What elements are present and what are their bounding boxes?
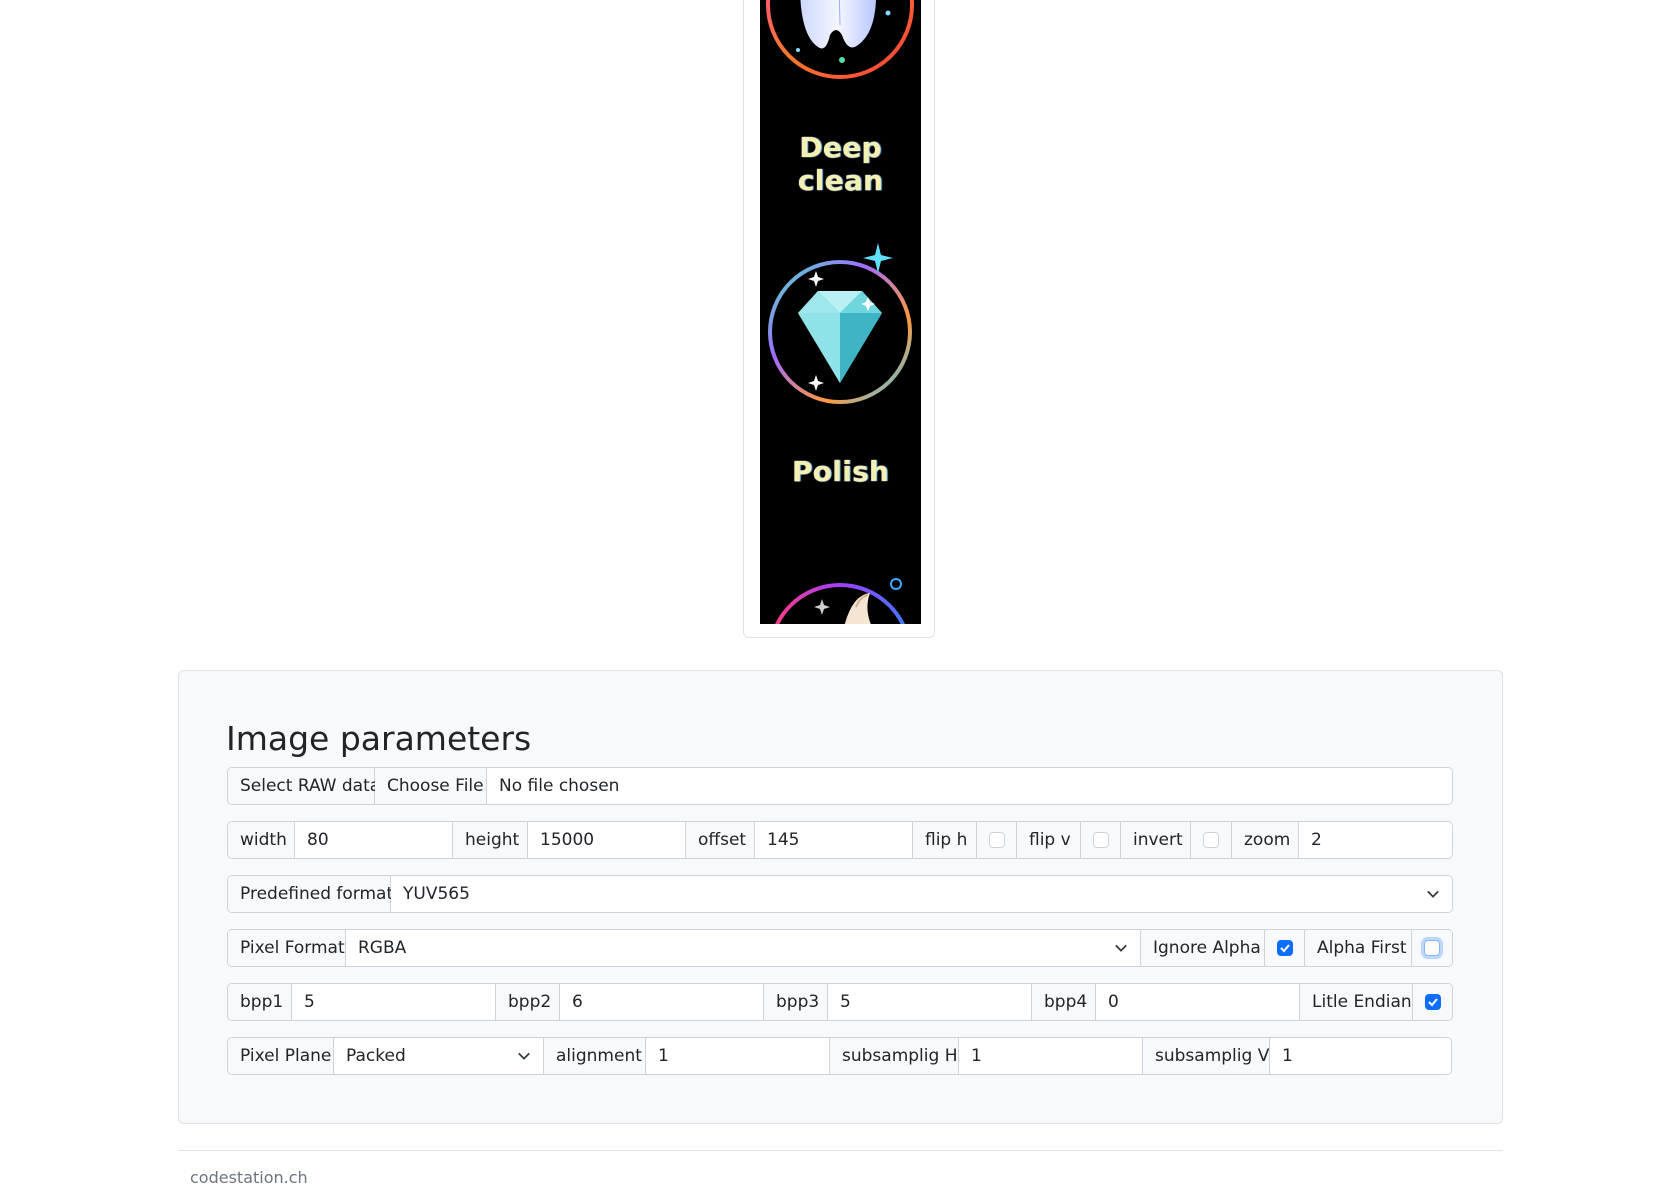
ignore-alpha-label: Ignore Alpha xyxy=(1141,930,1265,966)
flip-h-label: flip h xyxy=(913,822,977,858)
bpp2-input[interactable]: 6 xyxy=(560,984,764,1020)
subsampling-v-input[interactable]: 1 xyxy=(1270,1038,1451,1074)
alpha-first-checkbox[interactable] xyxy=(1424,940,1440,956)
subsampling-v-label: subsamplig V xyxy=(1143,1038,1270,1074)
offset-label: offset xyxy=(686,822,755,858)
little-endian-checkbox-cell xyxy=(1413,984,1452,1020)
little-endian-checkbox[interactable] xyxy=(1424,994,1441,1010)
bpp1-label: bpp1 xyxy=(228,984,292,1020)
bpp4-input[interactable]: 0 xyxy=(1096,984,1300,1020)
pixel-format-group: Pixel Format RGBA Ignore Alpha Alpha Fir… xyxy=(227,929,1453,967)
footer-text[interactable]: codestation.ch xyxy=(190,1168,308,1187)
invert-checkbox-cell xyxy=(1191,822,1232,858)
pixel-plane-value: Packed xyxy=(346,1046,406,1066)
image-preview-canvas[interactable]: Deep clean Polish xyxy=(760,0,921,624)
width-input[interactable]: 80 xyxy=(295,822,453,858)
offset-input[interactable]: 145 xyxy=(755,822,913,858)
pixel-format-label: Pixel Format xyxy=(228,930,346,966)
ignore-alpha-checkbox-cell xyxy=(1265,930,1305,966)
invert-checkbox[interactable] xyxy=(1203,832,1219,848)
flip-v-checkbox-cell xyxy=(1081,822,1121,858)
flip-v-checkbox[interactable] xyxy=(1092,832,1109,848)
alpha-first-label: Alpha First xyxy=(1305,930,1412,966)
bpp3-input[interactable]: 5 xyxy=(828,984,1032,1020)
flip-v-label: flip v xyxy=(1017,822,1081,858)
choose-file-button[interactable]: Choose File xyxy=(375,768,487,804)
predefined-format-select[interactable]: YUV565 xyxy=(391,876,1452,912)
chevron-down-icon xyxy=(1115,944,1127,952)
chevron-down-icon xyxy=(518,1052,530,1060)
bpp3-label: bpp3 xyxy=(764,984,828,1020)
flip-h-checkbox[interactable] xyxy=(988,832,1005,848)
alignment-label: alignment xyxy=(544,1038,646,1074)
preview-caption-polish: Polish xyxy=(791,455,890,488)
bpp4-label: bpp4 xyxy=(1032,984,1096,1020)
preview-graphics xyxy=(766,0,914,624)
invert-label: invert xyxy=(1121,822,1191,858)
predefined-format-value: YUV565 xyxy=(403,884,470,904)
dimensions-group: width 80 height 15000 offset 145 flip h … xyxy=(227,821,1453,859)
image-preview-frame: Deep clean Polish xyxy=(743,0,935,638)
height-input[interactable]: 15000 xyxy=(528,822,686,858)
panel-title: Image parameters xyxy=(226,719,532,758)
file-input-group: Select RAW data Choose File No file chos… xyxy=(227,767,1453,805)
checkmark-icon xyxy=(1427,998,1438,1007)
pixel-format-value: RGBA xyxy=(358,938,407,958)
predefined-format-label: Predefined format xyxy=(228,876,393,912)
select-raw-label: Select RAW data xyxy=(228,768,380,804)
zoom-input[interactable]: 2 xyxy=(1299,822,1452,858)
pixel-plane-select[interactable]: Packed xyxy=(334,1038,544,1074)
image-parameters-panel: Image parameters Select RAW data Choose … xyxy=(178,670,1503,1124)
subsampling-h-label: subsamplig H xyxy=(830,1038,959,1074)
footer-divider xyxy=(178,1150,1503,1151)
bpp1-input[interactable]: 5 xyxy=(292,984,496,1020)
pixel-plane-group: Pixel Plane Packed alignment 1 subsampli… xyxy=(227,1037,1452,1075)
little-endian-label: Litle Endian xyxy=(1300,984,1413,1020)
alpha-first-checkbox-cell xyxy=(1412,930,1452,966)
alignment-input[interactable]: 1 xyxy=(646,1038,830,1074)
tooth-icon xyxy=(766,0,914,79)
height-label: height xyxy=(453,822,528,858)
pixel-plane-label: Pixel Plane xyxy=(228,1038,334,1074)
width-label: width xyxy=(228,822,295,858)
chevron-down-icon xyxy=(1427,890,1439,898)
ignore-alpha-checkbox[interactable] xyxy=(1276,940,1293,956)
pixel-format-select[interactable]: RGBA xyxy=(346,930,1141,966)
diamond-icon xyxy=(768,243,912,404)
flip-h-checkbox-cell xyxy=(977,822,1017,858)
subsampling-h-input[interactable]: 1 xyxy=(959,1038,1143,1074)
preview-caption-deep-clean: Deep clean xyxy=(797,131,884,197)
file-status-text: No file chosen xyxy=(487,768,1452,804)
checkmark-icon xyxy=(1279,944,1290,953)
bpp2-label: bpp2 xyxy=(496,984,560,1020)
bpp-group: bpp1 5 bpp2 6 bpp3 5 bpp4 0 Litle Endian xyxy=(227,983,1453,1021)
zoom-label: zoom xyxy=(1232,822,1299,858)
predefined-format-group: Predefined format YUV565 xyxy=(227,875,1453,913)
brush-icon xyxy=(775,578,905,624)
